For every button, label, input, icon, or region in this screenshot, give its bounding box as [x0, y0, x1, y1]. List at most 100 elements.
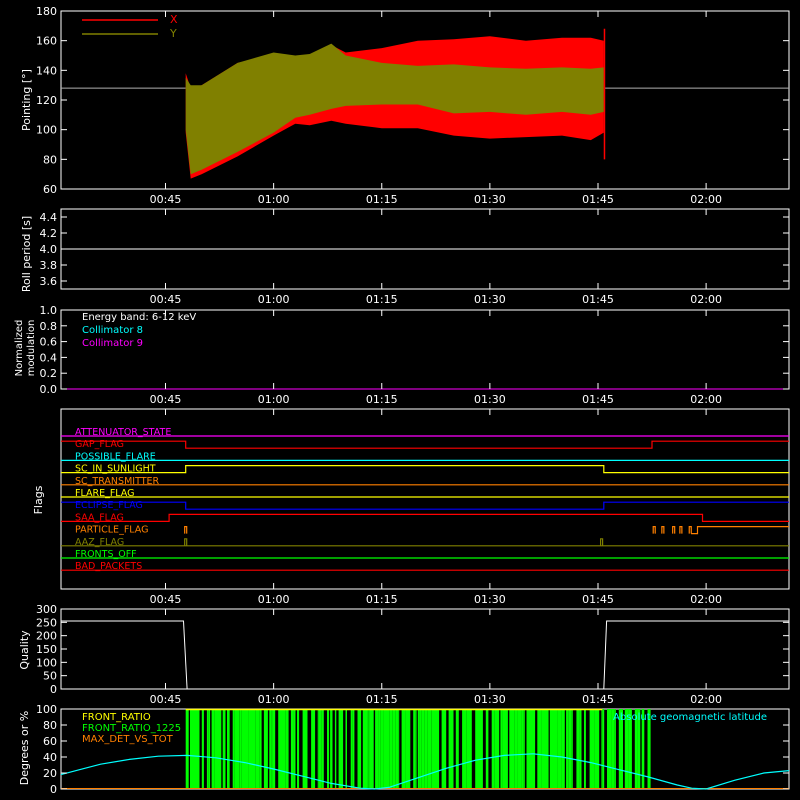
- front-ratio-1225-bar: [255, 709, 260, 789]
- legend-energy-band: Energy band: 6-12 keV: [82, 312, 196, 323]
- y-tick-label: 4.2: [40, 227, 58, 240]
- y-tick-label: 250: [36, 616, 57, 629]
- x-tick-label: 01:00: [258, 393, 290, 406]
- front-ratio-1225-bar: [357, 709, 362, 789]
- y-tick-label: 0.2: [40, 367, 58, 380]
- front-ratio-1225-bar: [208, 709, 211, 789]
- y-axis-label: Pointing [°]: [20, 69, 33, 131]
- front-ratio-1225-bar: [201, 709, 204, 789]
- legend-label-y: Y: [169, 27, 177, 40]
- front-ratio-1225-bar: [338, 709, 344, 789]
- y-tick-label: 160: [36, 35, 57, 48]
- front-ratio-1225-bar: [491, 709, 495, 789]
- y-tick-label: 100: [36, 656, 57, 669]
- legend-front-ratio-1225: FRONT_RATIO_1225: [82, 723, 181, 734]
- front-ratio-1225-bar: [526, 709, 531, 789]
- front-ratio-1225-bar: [369, 709, 374, 789]
- front-ratio-1225-bar: [424, 709, 428, 789]
- front-ratio-1225-bar: [415, 709, 417, 789]
- y-tick-label: 120: [36, 94, 57, 107]
- front-ratio-1225-bar: [375, 709, 379, 789]
- front-ratio-1225-bar: [211, 709, 215, 789]
- x-tick-label: 01:30: [474, 393, 506, 406]
- front-ratio-1225-bar: [380, 709, 382, 789]
- front-ratio-1225-bar: [427, 709, 432, 789]
- y-tick-label: 100: [36, 124, 57, 137]
- x-tick-label: 01:00: [258, 193, 290, 206]
- x-tick-label: 01:00: [258, 693, 290, 706]
- front-ratio-1225-bar: [607, 709, 612, 789]
- front-ratio-1225-bar: [500, 709, 503, 789]
- y-tick-label: 4.0: [40, 243, 58, 256]
- y-axis-label: Roll period [s]: [20, 216, 33, 292]
- front-ratio-1225-bar: [283, 709, 286, 789]
- front-ratio-1225-bar: [544, 709, 549, 789]
- y-tick-label: 1.0: [40, 304, 58, 317]
- front-ratio-1225-bar: [568, 709, 572, 789]
- front-ratio-1225-bar: [234, 709, 240, 789]
- x-tick-label: 01:45: [582, 693, 614, 706]
- x-tick-label: 01:15: [366, 293, 398, 306]
- y-axis-label: Quality: [18, 630, 31, 670]
- legend-label-x: X: [170, 13, 178, 26]
- front-ratio-1225-bar: [557, 709, 562, 789]
- y-axis-label: Degrees or %: [18, 711, 31, 785]
- x-tick-label: 02:00: [690, 693, 722, 706]
- front-ratio-1225-bar: [285, 709, 289, 789]
- front-ratio-1225-bar: [448, 709, 454, 789]
- front-ratio-1225-bar: [466, 709, 472, 789]
- x-tick-label: 00:45: [150, 393, 182, 406]
- x-tick-label: 00:45: [150, 593, 182, 606]
- y-tick-label: 3.6: [40, 275, 58, 288]
- front-ratio-1225-bar: [405, 709, 411, 789]
- telemetry-figure: 60 80 100 120 140 160 180 00:45 01:00 01:15 01:30…: [0, 0, 800, 800]
- front-ratio-1225-bar: [367, 709, 369, 789]
- front-ratio-1225-bar: [579, 709, 582, 789]
- y-tick-label: 60: [43, 735, 57, 748]
- front-ratio-1225-bar: [462, 709, 467, 789]
- front-ratio-1225-bar: [485, 709, 489, 789]
- front-ratio-1225-bar: [244, 709, 249, 789]
- front-ratio-1225-bar: [239, 709, 242, 789]
- front-ratio-1225-bar: [392, 709, 396, 789]
- front-ratio-1225-bar: [214, 709, 217, 789]
- front-ratio-1225-bar: [514, 709, 518, 789]
- front-ratio-1225-bar: [311, 709, 316, 789]
- x-tick-label: 01:15: [366, 393, 398, 406]
- legend-collimator-8: Collimator 8: [82, 325, 143, 336]
- x-tick-label: 02:00: [690, 293, 722, 306]
- y-tick-label: 0.0: [40, 383, 58, 396]
- front-ratio-1225-bar: [334, 709, 337, 789]
- front-ratio-1225-bar: [272, 709, 276, 789]
- front-ratio-1225-bar: [345, 709, 347, 789]
- x-tick-label: 01:15: [366, 693, 398, 706]
- y-tick-label: 100: [36, 703, 57, 716]
- front-ratio-1225-bar: [549, 709, 552, 789]
- y-tick-label: 180: [36, 5, 57, 18]
- y-tick-label: 200: [36, 630, 57, 643]
- front-ratio-1225-bar: [413, 709, 416, 789]
- front-ratio-1225-bar: [259, 709, 262, 789]
- x-tick-label: 02:00: [690, 193, 722, 206]
- front-ratio-1225-bar: [584, 709, 586, 789]
- front-ratio-1225-bar: [602, 709, 605, 789]
- y-tick-label: 150: [36, 643, 57, 656]
- front-ratio-1225-bar: [297, 709, 300, 789]
- front-ratio-1225-bar: [478, 709, 483, 789]
- front-ratio-1225-bar: [401, 709, 406, 789]
- front-ratio-1225-bar: [566, 709, 569, 789]
- front-ratio-1225-bar: [475, 709, 478, 789]
- x-tick-label: 01:45: [582, 393, 614, 406]
- front-ratio-1225-bar: [362, 709, 368, 789]
- y-tick-label: 0: [50, 683, 57, 696]
- x-tick-label: 02:00: [690, 593, 722, 606]
- front-ratio-1225-bar: [293, 709, 296, 789]
- front-ratio-1225-bar: [455, 709, 459, 789]
- x-tick-label: 01:30: [474, 693, 506, 706]
- x-tick-label: 00:45: [150, 693, 182, 706]
- x-tick-label: 01:15: [366, 593, 398, 606]
- front-ratio-1225-bar: [222, 709, 226, 789]
- x-tick-label: 01:45: [582, 293, 614, 306]
- y-tick-label: 3.8: [40, 259, 58, 272]
- front-ratio-1225-bar: [278, 709, 283, 789]
